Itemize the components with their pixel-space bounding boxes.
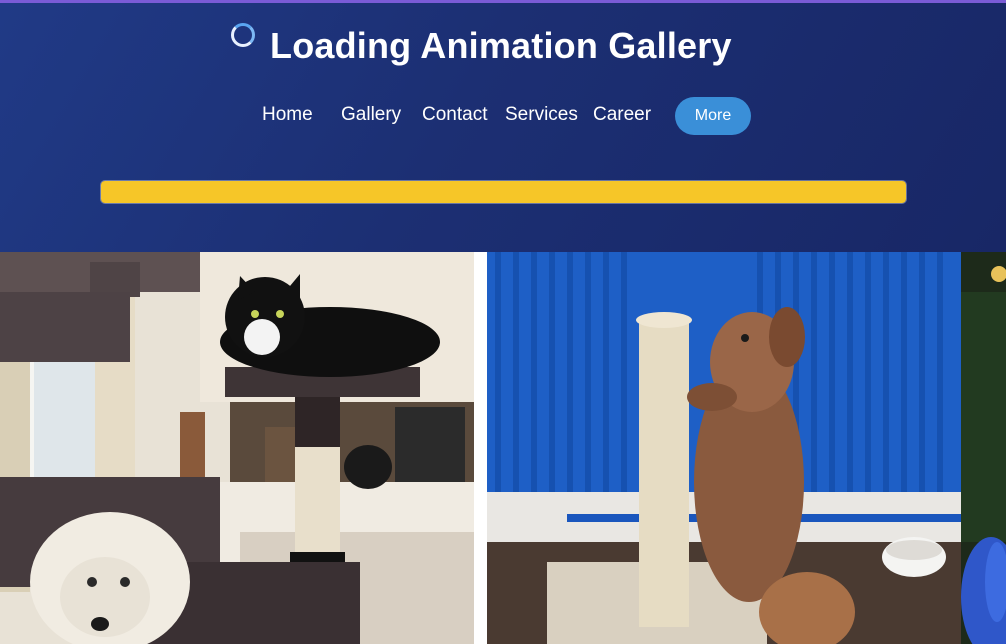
spinner-icon (231, 23, 255, 47)
more-button[interactable]: More (675, 97, 751, 135)
main-nav: Home Gallery Contact Services Career Mor… (0, 95, 1006, 135)
nav-contact[interactable]: Contact (422, 104, 487, 126)
page-title: Loading Animation Gallery (270, 25, 732, 66)
nav-gallery[interactable]: Gallery (341, 104, 401, 126)
loading-progress-fill (101, 181, 906, 203)
photo-gallery (0, 252, 1006, 644)
page-header: Loading Animation Gallery Home Gallery C… (0, 3, 1006, 252)
nav-home[interactable]: Home (262, 104, 313, 126)
nav-services[interactable]: Services (505, 104, 578, 126)
loading-progress-bar (101, 181, 906, 203)
nav-career[interactable]: Career (593, 104, 651, 126)
photo-partial-bird[interactable] (961, 252, 1006, 644)
photo-dog-scratching-post[interactable] (487, 252, 961, 644)
photo-cats-and-dog-cat-tree[interactable] (0, 252, 474, 644)
